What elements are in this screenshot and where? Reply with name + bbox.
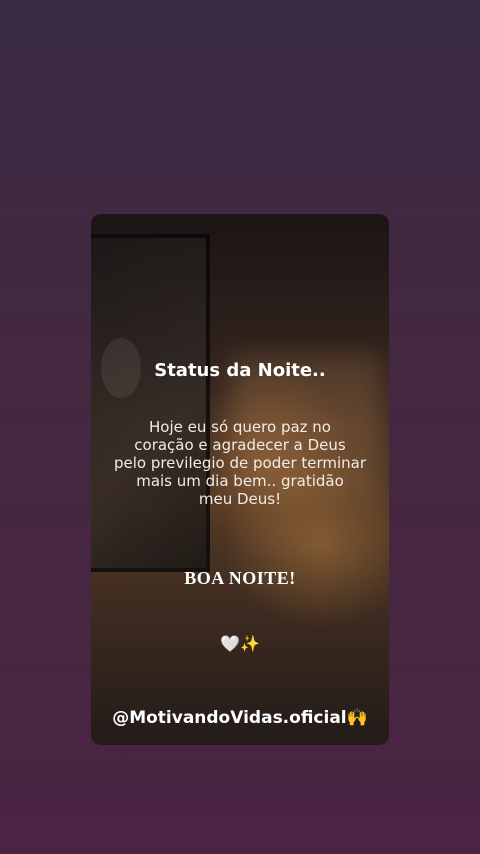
- heart-sparkle-emoji: 🤍✨: [220, 634, 260, 653]
- message-line: mais um dia bem.. gratidão: [136, 472, 344, 490]
- message-line: Hoje eu só quero paz no: [149, 418, 331, 436]
- message-line: meu Deus!: [198, 490, 282, 508]
- status-card: Status da Noite.. Hoje eu só quero paz n…: [91, 214, 389, 745]
- post-title: Status da Noite..: [154, 360, 326, 381]
- message-line: pelo previlegio de poder terminar: [113, 454, 367, 472]
- account-handle: @MotivandoVidas.oficial🙌: [112, 708, 368, 728]
- post-message: Hoje eu só quero paz no coração e agrade…: [99, 418, 381, 508]
- message-line: coração e agradecer a Deus: [134, 436, 346, 454]
- greeting-text: BOA NOITE!: [184, 568, 296, 588]
